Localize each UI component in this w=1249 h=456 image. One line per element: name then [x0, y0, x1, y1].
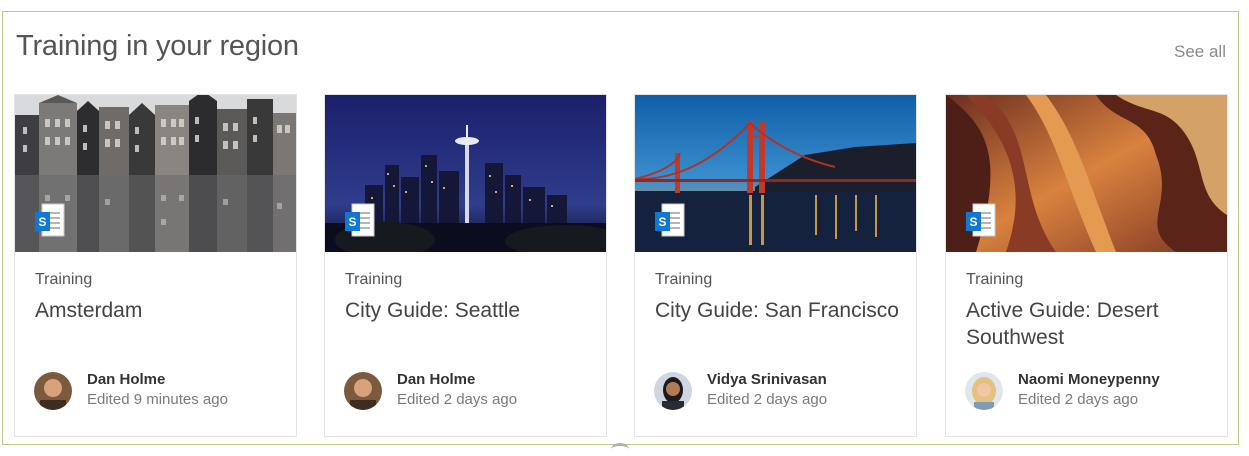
author-name[interactable]: Naomi Moneypenny — [1018, 371, 1160, 388]
card-title[interactable]: City Guide: Seattle — [345, 297, 595, 324]
edited-time: Edited 9 minutes ago — [87, 391, 228, 408]
card-title[interactable]: Amsterdam — [35, 297, 285, 324]
avatar — [965, 372, 1003, 410]
edited-time: Edited 2 days ago — [397, 391, 518, 408]
avatar — [34, 372, 72, 410]
section-title: Training in your region — [16, 30, 299, 62]
svg-text:S: S — [38, 215, 46, 229]
svg-text:S: S — [658, 215, 666, 229]
sharepoint-page-icon: S — [655, 203, 685, 237]
author-name[interactable]: Vidya Srinivasan — [707, 371, 827, 388]
svg-text:S: S — [969, 215, 977, 229]
card-category: Training — [35, 271, 93, 288]
card-title[interactable]: City Guide: San Francisco — [655, 297, 905, 324]
svg-text:S: S — [348, 215, 356, 229]
news-card[interactable]: S Training City Guide: Seattle Dan Holme… — [324, 94, 607, 437]
author-name[interactable]: Dan Holme — [397, 371, 475, 388]
card-title[interactable]: Active Guide: Desert Southwest — [966, 297, 1216, 351]
card-category: Training — [655, 271, 713, 288]
avatar — [344, 372, 382, 410]
avatar — [654, 372, 692, 410]
card-category: Training — [966, 271, 1024, 288]
sharepoint-page-icon: S — [345, 203, 375, 237]
card-category: Training — [345, 271, 403, 288]
news-card[interactable]: S Training Active Guide: Desert Southwes… — [945, 94, 1228, 437]
edited-time: Edited 2 days ago — [707, 391, 828, 408]
news-card[interactable]: S Training Amsterdam Dan Holme Edited 9 … — [14, 94, 297, 437]
sharepoint-page-icon: S — [35, 203, 65, 237]
see-all-link[interactable]: See all — [1174, 42, 1226, 62]
sharepoint-page-icon: S — [966, 203, 996, 237]
edited-time: Edited 2 days ago — [1018, 391, 1139, 408]
author-name[interactable]: Dan Holme — [87, 371, 165, 388]
news-card[interactable]: S Training City Guide: San Francisco Vid… — [634, 94, 917, 437]
